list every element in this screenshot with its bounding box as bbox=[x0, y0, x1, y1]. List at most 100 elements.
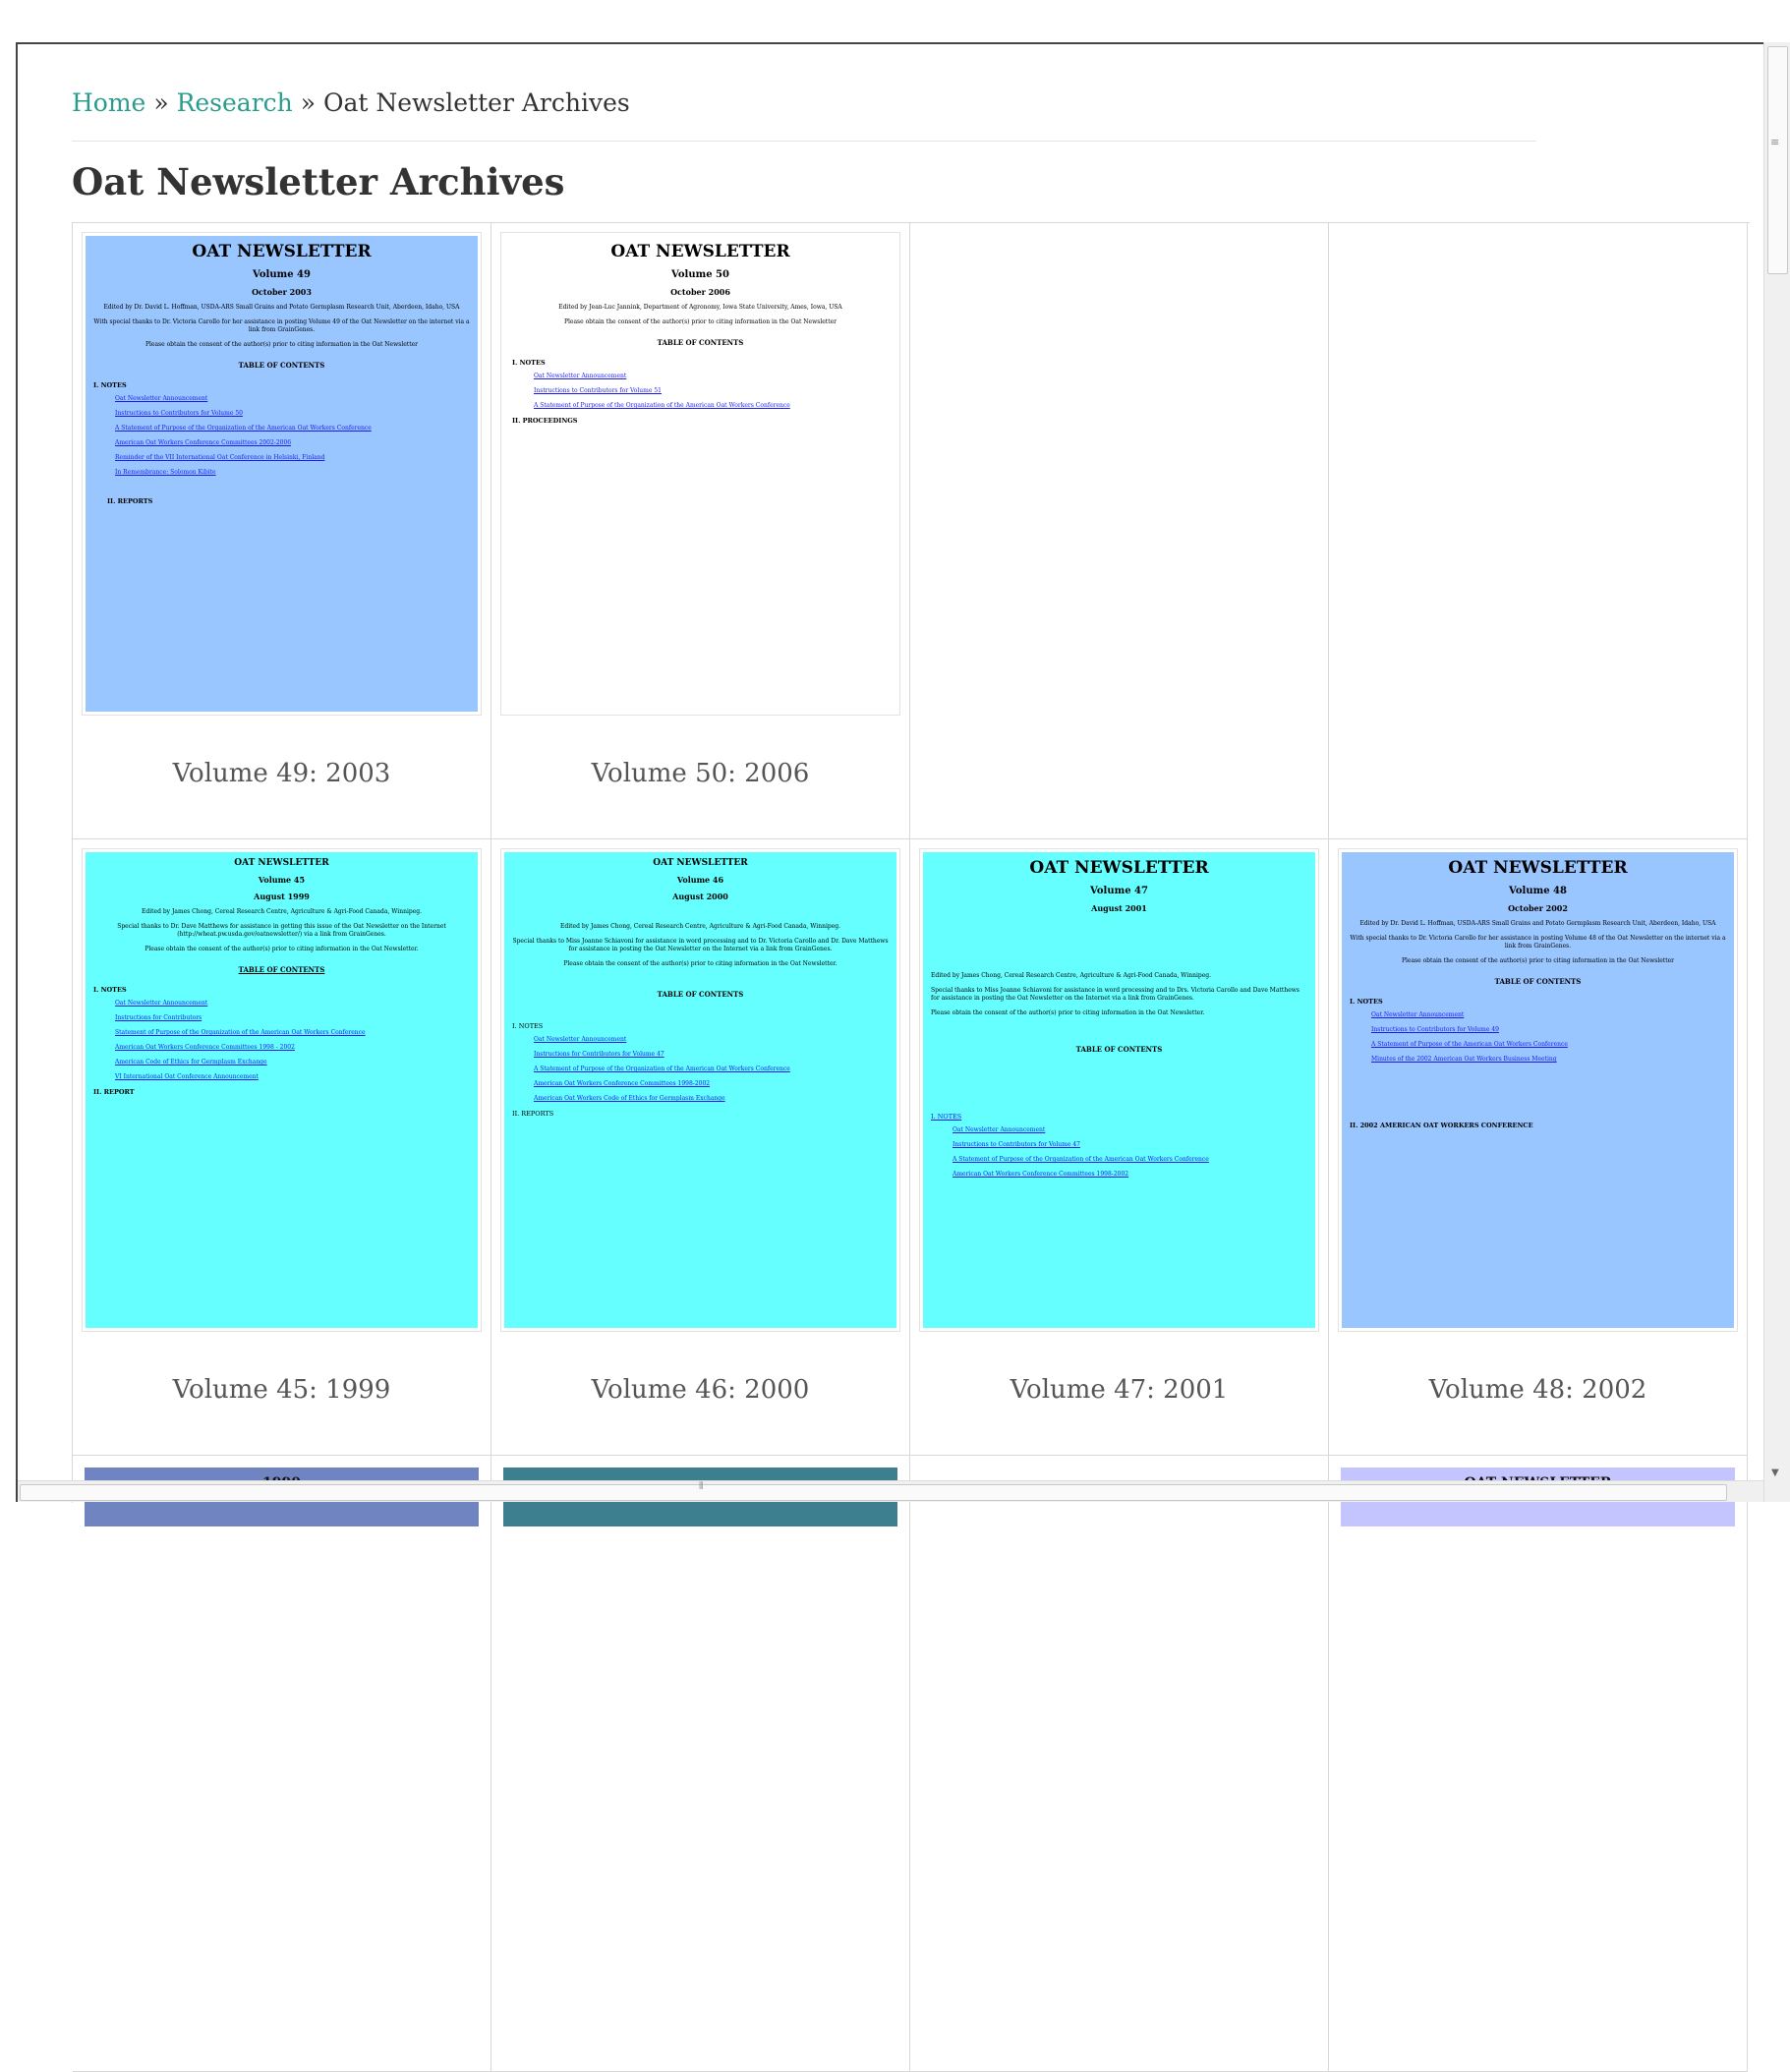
archive-cell-empty bbox=[1329, 223, 1748, 839]
newsletter-cover-volume-45: OAT NEWSLETTER Volume 45 August 1999 Edi… bbox=[86, 852, 478, 1328]
cover-toc-heading: TABLE OF CONTENTS bbox=[238, 965, 325, 974]
cover-section: I. NOTES bbox=[1350, 998, 1383, 1006]
newsletter-cover-volume-50: OAT NEWSLETTER Volume 50 October 2006 Ed… bbox=[504, 236, 896, 712]
cover-link: American Oat Workers Conference Committe… bbox=[953, 1171, 1129, 1178]
cover-section: I. NOTES bbox=[512, 1022, 544, 1030]
volume-caption[interactable]: Volume 45: 1999 bbox=[73, 1375, 491, 1405]
cover-consent: Please obtain the consent of the author(… bbox=[1401, 957, 1675, 964]
cover-toc-heading: TABLE OF CONTENTS bbox=[1494, 977, 1582, 986]
archive-cell-partial[interactable] bbox=[491, 1456, 910, 2072]
volume-caption[interactable]: Volume 49: 2003 bbox=[73, 759, 491, 788]
cover-section: I. NOTES bbox=[93, 381, 127, 389]
cover-volume: Volume 46 bbox=[676, 875, 724, 885]
cover-link: A Statement of Purpose of the American O… bbox=[1371, 1041, 1568, 1048]
archive-grid: OAT NEWSLETTER Volume 49 October 2003 Ed… bbox=[72, 222, 1750, 2072]
cover-link: A Statement of Purpose of the Organizati… bbox=[115, 425, 372, 432]
cover-title: OAT NEWSLETTER bbox=[234, 858, 329, 868]
cover-consent: Please obtain the consent of the author(… bbox=[931, 1009, 1205, 1016]
archive-cell-empty bbox=[910, 223, 1329, 839]
newsletter-cover-volume-49: OAT NEWSLETTER Volume 49 October 2003 Ed… bbox=[86, 236, 478, 712]
cover-section: II. PROCEEDINGS bbox=[512, 417, 578, 425]
breadcrumb: Home » Research » Oat Newsletter Archive… bbox=[72, 88, 630, 117]
cover-link: American Oat Workers Code of Ethics for … bbox=[534, 1095, 725, 1102]
cover-link: Oat Newsletter Announcement bbox=[534, 373, 627, 379]
cover-toc-heading: TABLE OF CONTENTS bbox=[657, 990, 744, 999]
cover-thanks: With special thanks to Dr. Victoria Caro… bbox=[1350, 935, 1726, 950]
archive-cell-partial[interactable]: 1990 bbox=[73, 1456, 491, 2072]
cover-thumbnail[interactable]: OAT NEWSLETTER Volume 48 October 2002 Ed… bbox=[1338, 848, 1738, 1332]
cover-thumbnail[interactable]: OAT NEWSLETTER Volume 49 October 2003 Ed… bbox=[82, 232, 482, 716]
cover-section: II. REPORTS bbox=[512, 1110, 554, 1118]
cover-thumbnail[interactable]: OAT NEWSLETTER Volume 50 October 2006 Ed… bbox=[500, 232, 900, 716]
breadcrumb-separator: » bbox=[300, 88, 317, 117]
cover-date: August 1999 bbox=[254, 892, 310, 901]
archive-cell-volume-47[interactable]: OAT NEWSLETTER Volume 47 August 2001 Edi… bbox=[910, 839, 1329, 1456]
cover-section: II. REPORTS bbox=[107, 497, 153, 505]
volume-caption[interactable]: Volume 48: 2002 bbox=[1329, 1375, 1747, 1405]
cover-editor: Edited by Dr. David L. Hoffman, USDA-ARS… bbox=[1359, 920, 1716, 927]
cover-link: Instructions for Contributors for Volume… bbox=[534, 1051, 664, 1058]
cover-link: Oat Newsletter Announcement bbox=[115, 395, 208, 402]
scrollbar-thumb[interactable] bbox=[20, 1484, 1727, 1501]
cover-thumbnail[interactable]: OAT NEWSLETTER Volume 47 August 2001 Edi… bbox=[919, 848, 1319, 1332]
archive-cell-volume-45[interactable]: OAT NEWSLETTER Volume 45 August 1999 Edi… bbox=[73, 839, 491, 1456]
cover-consent: Please obtain the consent of the author(… bbox=[144, 946, 419, 952]
volume-caption[interactable]: Volume 50: 2006 bbox=[491, 759, 909, 788]
cover-link: Instructions for Contributors bbox=[115, 1014, 202, 1021]
cover-editor: Edited by Jean-Luc Jannink, Department o… bbox=[558, 304, 842, 311]
cover-volume: Volume 45 bbox=[258, 875, 306, 885]
breadcrumb-home-link[interactable]: Home bbox=[72, 88, 145, 117]
cover-link: American Code of Ethics for Germplasm Ex… bbox=[115, 1059, 267, 1065]
archive-cell-volume-46[interactable]: OAT NEWSLETTER Volume 46 August 2000 Edi… bbox=[491, 839, 910, 1456]
cover-thanks: Special thanks to Miss Joanne Schiavoni … bbox=[931, 987, 1299, 1002]
cover-link: Minutes of the 2002 American Oat Workers… bbox=[1371, 1056, 1557, 1063]
cover-consent: Please obtain the consent of the author(… bbox=[563, 318, 837, 325]
cover-toc-heading: TABLE OF CONTENTS bbox=[1075, 1045, 1163, 1054]
volume-caption[interactable]: Volume 46: 2000 bbox=[491, 1375, 909, 1405]
cover-link: A Statement of Purpose of the Organizati… bbox=[534, 1065, 790, 1072]
vertical-scrollbar[interactable]: ≡ ▼ bbox=[1763, 42, 1790, 1502]
page-title: Oat Newsletter Archives bbox=[72, 160, 565, 203]
archive-cell-volume-49[interactable]: OAT NEWSLETTER Volume 49 October 2003 Ed… bbox=[73, 223, 491, 839]
cover-date: August 2000 bbox=[672, 892, 728, 901]
grip-icon: ⦀ bbox=[699, 1481, 704, 1492]
archive-cell-volume-48[interactable]: OAT NEWSLETTER Volume 48 October 2002 Ed… bbox=[1329, 839, 1748, 1456]
cover-link: VI International Oat Conference Announce… bbox=[115, 1073, 259, 1080]
scroll-down-arrow-icon[interactable]: ▼ bbox=[1771, 1468, 1779, 1478]
cover-editor: Edited by Dr. David L. Hoffman, USDA-ARS… bbox=[103, 304, 460, 311]
cover-link: American Oat Workers Conference Committe… bbox=[115, 439, 292, 446]
cover-consent: Please obtain the consent of the author(… bbox=[563, 960, 837, 967]
cover-thanks: With special thanks to Dr. Victoria Caro… bbox=[93, 318, 470, 333]
breadcrumb-separator: » bbox=[153, 88, 169, 117]
cover-date: October 2002 bbox=[1508, 903, 1568, 913]
volume-caption[interactable]: Volume 47: 2001 bbox=[910, 1375, 1328, 1405]
cover-thumbnail[interactable]: OAT NEWSLETTER Volume 45 August 1999 Edi… bbox=[82, 848, 482, 1332]
archive-cell-partial[interactable]: OAT NEWSLETTER bbox=[1329, 1456, 1748, 2072]
horizontal-scrollbar[interactable]: ⦀ bbox=[18, 1480, 1763, 1502]
cover-thumbnail[interactable]: OAT NEWSLETTER Volume 46 August 2000 Edi… bbox=[500, 848, 900, 1332]
cover-link: American Oat Workers Conference Committe… bbox=[534, 1080, 711, 1087]
cover-link: Reminder of the VII International Oat Co… bbox=[115, 454, 325, 461]
cover-link: Oat Newsletter Announcement bbox=[953, 1126, 1046, 1133]
cover-link: Instructions to Contributors for Volume … bbox=[534, 387, 662, 394]
scrollbar-thumb[interactable] bbox=[1767, 46, 1788, 274]
cover-title: OAT NEWSLETTER bbox=[610, 242, 790, 261]
cover-title: OAT NEWSLETTER bbox=[1448, 858, 1628, 878]
cover-date: October 2006 bbox=[670, 287, 730, 297]
cover-volume: Volume 49 bbox=[253, 269, 311, 280]
cover-link: Oat Newsletter Announcement bbox=[1371, 1011, 1465, 1018]
cover-title: OAT NEWSLETTER bbox=[653, 858, 748, 868]
cover-date: October 2003 bbox=[252, 287, 312, 297]
cover-link: Oat Newsletter Announcement bbox=[115, 1000, 208, 1007]
archive-cell-volume-50[interactable]: OAT NEWSLETTER Volume 50 October 2006 Ed… bbox=[491, 223, 910, 839]
newsletter-cover-volume-46: OAT NEWSLETTER Volume 46 August 2000 Edi… bbox=[504, 852, 896, 1328]
breadcrumb-current: Oat Newsletter Archives bbox=[322, 88, 630, 117]
cover-title: OAT NEWSLETTER bbox=[1029, 858, 1209, 878]
breadcrumb-divider bbox=[72, 141, 1536, 142]
cover-link: American Oat Workers Conference Committe… bbox=[115, 1044, 295, 1051]
cover-volume: Volume 47 bbox=[1090, 886, 1148, 896]
cover-link: Instructions to Contributors for Volume … bbox=[953, 1141, 1080, 1148]
archive-cell-partial[interactable] bbox=[910, 1456, 1329, 2072]
breadcrumb-research-link[interactable]: Research bbox=[177, 88, 293, 117]
cover-link: A Statement of Purpose of the Organizati… bbox=[953, 1156, 1209, 1163]
